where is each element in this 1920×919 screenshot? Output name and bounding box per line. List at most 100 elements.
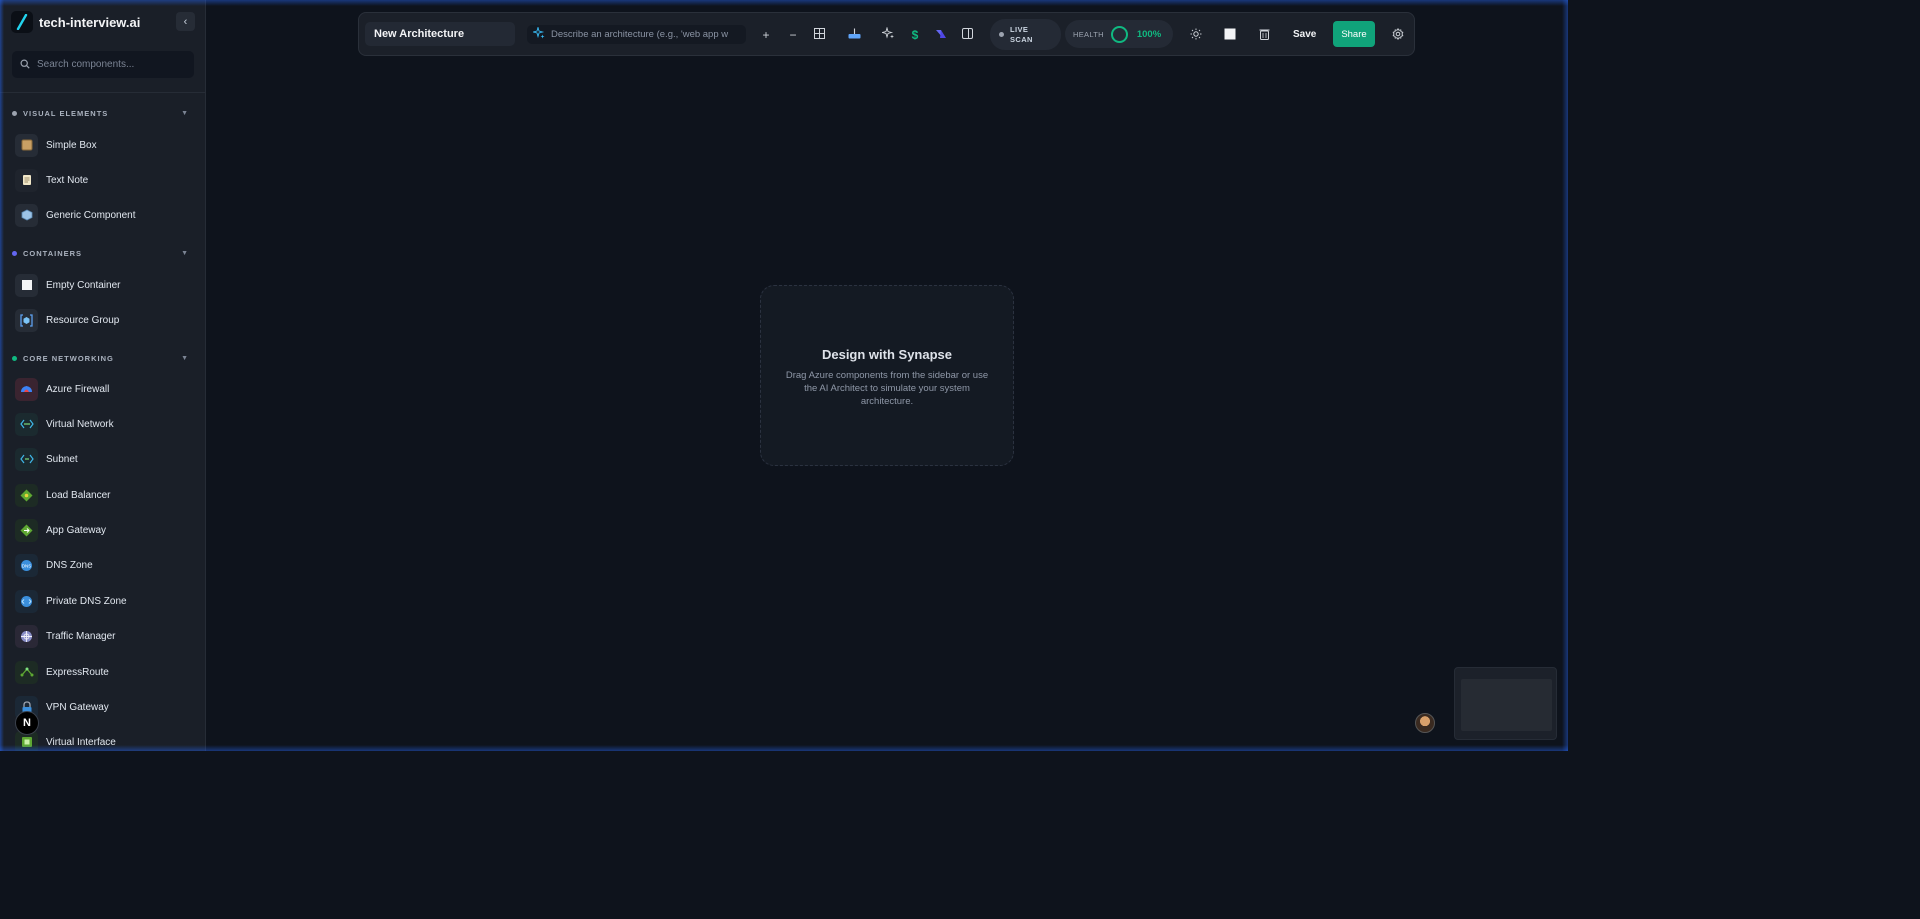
search-input[interactable] <box>37 59 177 70</box>
sidebar-item-label: Simple Box <box>46 139 97 151</box>
fit-view-button[interactable] <box>810 26 828 44</box>
sidebar-item-text-note[interactable]: Text Note <box>15 168 195 192</box>
sidebar-item-resource-group[interactable]: Resource Group <box>15 308 195 332</box>
section-title: VISUAL ELEMENTS <box>23 108 109 118</box>
sidebar-item-simple-box[interactable]: Simple Box <box>15 133 195 157</box>
sidebar-item-load-balancer[interactable]: Load Balancer <box>15 483 195 507</box>
health-indicator: HEALTH 100% <box>1065 20 1173 48</box>
ai-generate-button[interactable] <box>879 26 897 44</box>
sidebar-item-traffic-manager[interactable]: Traffic Manager <box>15 624 195 648</box>
import-button[interactable] <box>845 26 863 44</box>
sidebar-divider <box>0 92 205 93</box>
section-core-networking[interactable]: CORE NETWORKING ▼ <box>12 352 188 364</box>
live-scan-label: LIVE SCAN <box>1010 24 1033 44</box>
save-button[interactable]: Save <box>1293 25 1316 43</box>
box-icon <box>15 133 38 157</box>
note-icon <box>15 168 38 192</box>
expressroute-icon <box>15 660 38 684</box>
sidebar-item-virtual-interface[interactable]: Virtual Interface <box>15 730 195 751</box>
architecture-title-input[interactable]: New Architecture <box>365 22 515 46</box>
cube-icon <box>15 203 38 227</box>
minus-icon: − <box>789 28 797 42</box>
dollar-icon: $ <box>911 28 919 42</box>
sidebar-item-vpn-gateway[interactable]: VPN Gateway <box>15 695 195 719</box>
sidebar: tech-interview.ai ‹ VISUAL ELEMENTS ▼ Si… <box>0 0 206 751</box>
sidebar-item-generic-component[interactable]: Generic Component <box>15 203 195 227</box>
component-search[interactable] <box>12 51 194 78</box>
sidebar-item-label: VPN Gateway <box>46 701 109 713</box>
minimap-viewport[interactable] <box>1461 679 1552 731</box>
brand-name: tech-interview.ai <box>39 14 141 30</box>
edge-glow-top <box>0 0 1568 6</box>
section-title: CORE NETWORKING <box>23 353 114 363</box>
resource-group-icon <box>15 308 38 332</box>
ai-input-placeholder: Describe an architecture (e.g., 'web app… <box>551 29 729 40</box>
user-avatar[interactable] <box>1415 713 1435 733</box>
sidebar-item-private-dns-zone[interactable]: Private DNS Zone <box>15 589 195 613</box>
sun-icon <box>1190 28 1202 43</box>
sidebar-item-label: Resource Group <box>46 314 120 326</box>
theme-toggle-button[interactable] <box>1187 26 1205 44</box>
section-dot <box>12 355 17 361</box>
azure-logo-icon <box>935 28 947 43</box>
brand[interactable]: tech-interview.ai <box>11 11 140 33</box>
firewall-icon <box>15 377 38 401</box>
live-scan-toggle[interactable]: LIVE SCAN <box>990 19 1061 50</box>
app-root: tech-interview.ai ‹ VISUAL ELEMENTS ▼ Si… <box>0 0 1568 751</box>
sidebar-item-expressroute[interactable]: ExpressRoute <box>15 660 195 684</box>
sidebar-item-label: Private DNS Zone <box>46 595 127 607</box>
sidebar-collapse-button[interactable]: ‹ <box>176 12 195 31</box>
azure-button[interactable] <box>932 26 950 44</box>
chevron-left-icon: ‹ <box>183 15 188 28</box>
section-containers[interactable]: CONTAINERS ▼ <box>12 247 188 259</box>
zoom-out-button[interactable]: − <box>784 26 802 44</box>
sidebar-item-empty-container[interactable]: Empty Container <box>15 273 195 297</box>
sidebar-item-subnet[interactable]: Subnet <box>15 447 195 471</box>
slash-logo-icon <box>11 11 33 33</box>
sidebar-item-label: Text Note <box>46 174 89 186</box>
vnet-icon <box>15 412 38 436</box>
empty-canvas-card: Design with Synapse Drag Azure component… <box>760 285 1014 466</box>
sidebar-item-app-gateway[interactable]: App Gateway <box>15 518 195 542</box>
svg-text:DNS: DNS <box>22 563 32 568</box>
sidebar-item-label: ExpressRoute <box>46 666 109 678</box>
delete-button[interactable] <box>1255 26 1273 44</box>
sidebar-item-dns-zone[interactable]: DNS DNS Zone <box>15 553 195 577</box>
section-visual-elements[interactable]: VISUAL ELEMENTS ▼ <box>12 107 188 119</box>
side-panel-icon <box>961 28 973 42</box>
zoom-in-button[interactable]: + <box>757 26 775 44</box>
load-balancer-icon <box>15 483 38 507</box>
subnet-icon <box>15 447 38 471</box>
edge-glow-right <box>1562 0 1568 751</box>
tray-icon <box>848 28 861 42</box>
minimap[interactable] <box>1454 667 1557 740</box>
framework-badge-icon[interactable]: N <box>15 711 39 735</box>
share-button[interactable]: Share <box>1333 21 1375 47</box>
dns-zone-icon: DNS <box>15 553 38 577</box>
ai-architect-input[interactable]: Describe an architecture (e.g., 'web app… <box>527 25 746 44</box>
sidebar-item-label: Subnet <box>46 453 78 465</box>
cost-button[interactable]: $ <box>906 26 924 44</box>
empty-state-title: Design with Synapse <box>821 347 953 362</box>
status-dot <box>999 32 1004 37</box>
section-title: CONTAINERS <box>23 248 83 258</box>
plus-icon: + <box>762 28 770 42</box>
magic-sparkle-icon <box>880 26 895 43</box>
settings-button[interactable] <box>1389 26 1407 44</box>
sidebar-item-label: Empty Container <box>46 279 121 291</box>
sidebar-item-label: Generic Component <box>46 209 136 221</box>
sparkle-icon <box>531 25 545 44</box>
sidebar-item-azure-firewall[interactable]: Azure Firewall <box>15 377 195 401</box>
traffic-manager-icon <box>15 624 38 648</box>
search-icon <box>20 56 30 74</box>
sidebar-item-label: Traffic Manager <box>46 630 116 642</box>
sidebar-item-virtual-network[interactable]: Virtual Network <box>15 412 195 436</box>
private-dns-icon <box>15 589 38 613</box>
health-ring-icon <box>1110 25 1128 43</box>
empty-state-description: Drag Azure components from the sidebar o… <box>785 370 989 407</box>
sidebar-item-label: Virtual Network <box>46 418 114 430</box>
panel-toggle-button[interactable] <box>958 26 976 44</box>
caret-down-icon: ▼ <box>181 354 188 362</box>
color-swatch-button[interactable] <box>1221 26 1239 44</box>
square-icon <box>15 273 38 297</box>
